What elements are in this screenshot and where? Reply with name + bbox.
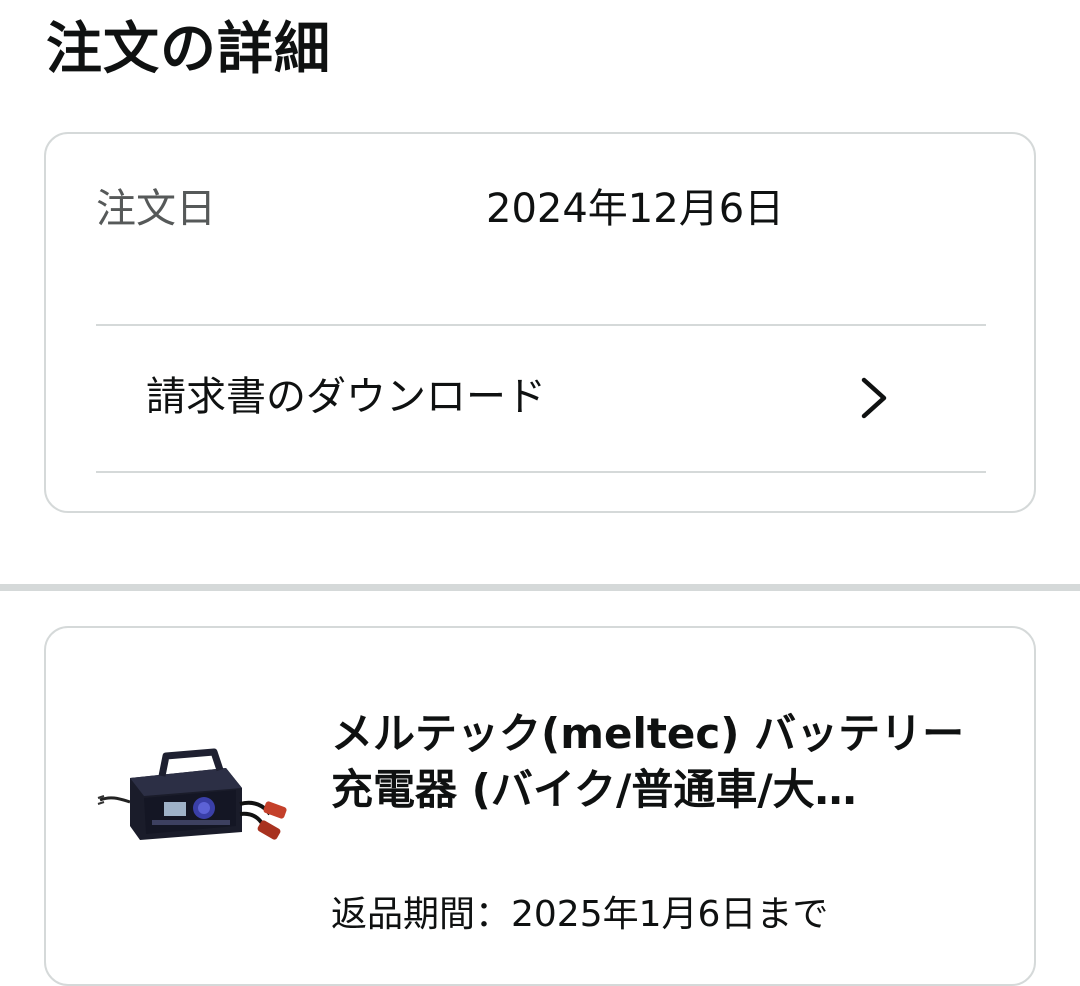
- page-title: 注文の詳細: [46, 17, 331, 82]
- product-title-link[interactable]: メルテック(meltec) バッテリー充電器 (バイク/普通車/大…: [331, 706, 971, 818]
- section-separator: [0, 584, 1080, 591]
- battery-charger-product-image[interactable]: [96, 748, 292, 848]
- order-item-card: メルテック(meltec) バッテリー充電器 (バイク/普通車/大… 返品期間：…: [44, 626, 1036, 986]
- chevron-right-icon: [861, 377, 887, 419]
- order-date-value: 2024年12月6日: [486, 186, 785, 232]
- invoice-download-label: 請求書のダウンロード: [146, 374, 546, 420]
- order-date-row: 注文日 2024年12月6日: [96, 174, 986, 244]
- divider: [96, 471, 986, 473]
- invoice-download-row[interactable]: 請求書のダウンロード: [46, 326, 936, 471]
- order-date-label: 注文日: [96, 186, 216, 232]
- order-summary-card: 注文日 2024年12月6日 請求書のダウンロード: [44, 132, 1036, 513]
- return-window-text: 返品期間：2025年1月6日まで: [331, 894, 829, 935]
